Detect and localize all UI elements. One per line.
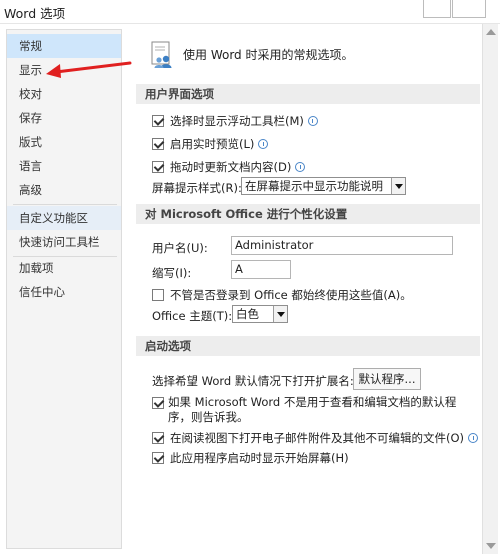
- start-screen-option[interactable]: 此应用程序启动时显示开始屏幕(H): [152, 450, 349, 466]
- update-while-dragging-checkbox[interactable]: [152, 161, 164, 173]
- office-theme-value: 白色: [236, 307, 259, 321]
- sidebar-divider: [13, 204, 117, 205]
- scroll-up-icon[interactable]: [486, 29, 496, 35]
- sidebar-item-display[interactable]: 显示: [7, 58, 121, 82]
- screentip-style-label: 屏幕提示样式(R):: [152, 181, 242, 195]
- info-icon[interactable]: [307, 116, 318, 126]
- section-header-personalize: 对 Microsoft Office 进行个性化设置: [136, 204, 480, 224]
- page-header-text: 使用 Word 时采用的常规选项。: [183, 48, 354, 62]
- reading-view-checkbox[interactable]: [152, 432, 164, 444]
- office-theme-label: Office 主题(T):: [152, 309, 233, 323]
- start-screen-label: 此应用程序启动时显示开始屏幕(H): [170, 451, 349, 465]
- reading-view-option[interactable]: 在阅读视图下打开电子邮件附件及其他不可编辑的文件(O): [152, 430, 479, 446]
- sidebar-item-quick-access-toolbar[interactable]: 快速访问工具栏: [7, 230, 121, 254]
- section-header-startup: 启动选项: [136, 336, 480, 356]
- always-use-values-option[interactable]: 不管是否登录到 Office 都始终使用这些值(A)。: [152, 287, 412, 303]
- initials-label: 缩写(I):: [152, 266, 192, 280]
- scroll-down-icon[interactable]: [486, 543, 496, 549]
- sidebar-item-proofing[interactable]: 校对: [7, 82, 121, 106]
- mini-toolbar-checkbox[interactable]: [152, 115, 164, 127]
- info-icon[interactable]: [468, 433, 479, 443]
- reading-view-label: 在阅读视图下打开电子邮件附件及其他不可编辑的文件(O): [170, 431, 465, 445]
- chevron-down-icon[interactable]: [391, 178, 405, 194]
- default-programs-button[interactable]: 默认程序...: [353, 368, 421, 390]
- live-preview-option[interactable]: 启用实时预览(L): [152, 136, 269, 152]
- mini-toolbar-option[interactable]: 选择时显示浮动工具栏(M): [152, 113, 318, 129]
- options-main-panel: 使用 Word 时采用的常规选项。 用户界面选项 选择时显示浮动工具栏(M) 启…: [131, 26, 480, 554]
- tell-me-default-label: 如果 Microsoft Word 不是用于查看和编辑文档的默认程序，则告诉我。: [168, 395, 457, 424]
- sidebar-item-language[interactable]: 语言: [7, 154, 121, 178]
- vertical-scrollbar[interactable]: [482, 24, 498, 554]
- window-title: Word 选项: [4, 6, 66, 21]
- always-use-values-checkbox[interactable]: [152, 289, 164, 301]
- screentip-style-select[interactable]: 在屏幕提示中显示功能说明: [241, 177, 406, 195]
- chevron-down-icon[interactable]: [273, 306, 287, 322]
- sidebar-item-layout[interactable]: 版式: [7, 130, 121, 154]
- office-theme-select[interactable]: 白色: [232, 305, 288, 323]
- sidebar-item-save[interactable]: 保存: [7, 106, 121, 130]
- live-preview-checkbox[interactable]: [152, 138, 164, 150]
- close-button[interactable]: [452, 0, 486, 18]
- sidebar-item-add-ins[interactable]: 加载项: [7, 256, 121, 280]
- title-bar: Word 选项: [0, 0, 500, 24]
- username-label: 用户名(U):: [152, 241, 208, 255]
- username-input[interactable]: Administrator: [231, 236, 453, 255]
- sidebar-item-customize-ribbon[interactable]: 自定义功能区: [7, 206, 121, 230]
- sidebar-item-advanced[interactable]: 高级: [7, 178, 121, 202]
- update-while-dragging-option[interactable]: 拖动时更新文档内容(D): [152, 159, 306, 175]
- tell-me-default-checkbox[interactable]: [152, 397, 164, 409]
- sidebar-item-trust-center[interactable]: 信任中心: [7, 280, 121, 304]
- sidebar-item-general[interactable]: 常规: [7, 34, 121, 58]
- initials-input[interactable]: A: [231, 260, 291, 279]
- start-screen-checkbox[interactable]: [152, 452, 164, 464]
- general-options-icon: [151, 41, 172, 68]
- info-icon[interactable]: [295, 162, 306, 172]
- help-button[interactable]: [423, 0, 451, 18]
- mini-toolbar-label: 选择时显示浮动工具栏(M): [170, 114, 304, 128]
- options-sidebar: 常规 显示 校对 保存 版式 语言 高级 自定义功能区 快速访问工具栏 加载项 …: [6, 29, 122, 549]
- info-icon[interactable]: [258, 139, 269, 149]
- update-while-dragging-label: 拖动时更新文档内容(D): [170, 160, 292, 174]
- extensions-label: 选择希望 Word 默认情况下打开扩展名:: [152, 374, 354, 388]
- live-preview-label: 启用实时预览(L): [170, 137, 255, 151]
- screentip-style-value: 在屏幕提示中显示功能说明: [245, 179, 383, 193]
- section-header-ui-options: 用户界面选项: [136, 84, 480, 104]
- always-use-values-label: 不管是否登录到 Office 都始终使用这些值(A)。: [170, 288, 412, 302]
